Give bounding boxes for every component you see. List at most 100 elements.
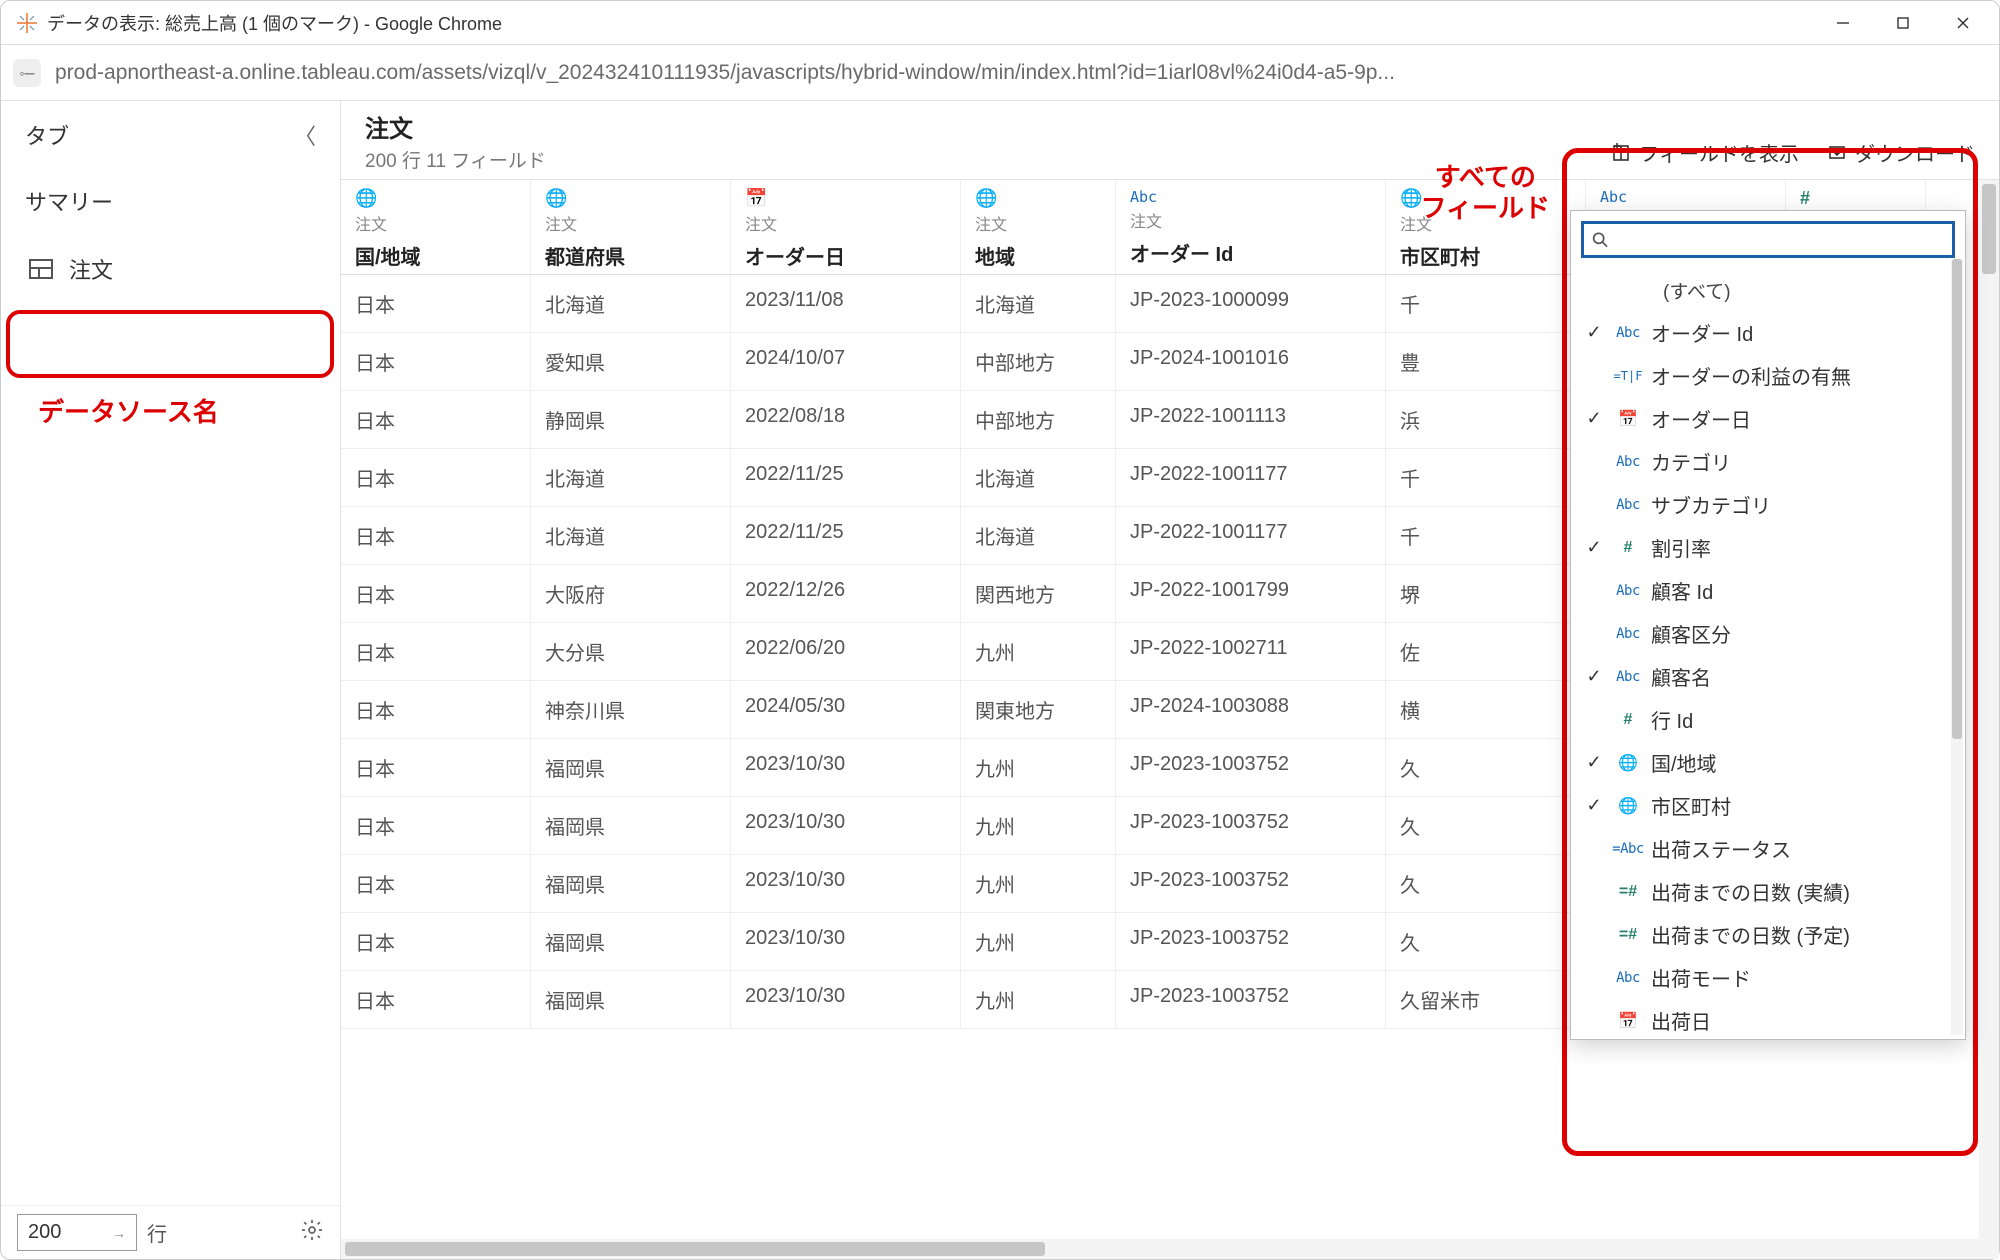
cell[interactable]: 静岡県 [531,391,731,449]
popup-scrollbar[interactable] [1951,259,1963,1035]
cell[interactable]: 中部地方 [961,391,1116,449]
cell[interactable]: 中部地方 [961,333,1116,391]
cell[interactable]: 2024/05/30 [731,681,961,739]
sidebar-item-datasource[interactable]: 注文 [11,239,330,299]
site-info-icon[interactable]: ◦─ [13,59,41,87]
cell[interactable]: 日本 [341,449,531,507]
cell[interactable]: 関東地方 [961,681,1116,739]
cell[interactable]: 2022/11/25 [731,507,961,565]
cell[interactable]: 福岡県 [531,797,731,855]
cell[interactable]: 浜 [1386,391,1586,449]
column-header-country[interactable]: 🌐注文国/地域 [341,180,531,275]
field-item[interactable]: =#出荷までの日数 (実績) [1571,870,1965,913]
cell[interactable]: 北海道 [531,275,731,333]
sidebar-item-summary[interactable]: サマリー [1,169,340,233]
field-item[interactable]: Abc顧客 Id [1571,569,1965,612]
cell[interactable]: 千 [1386,449,1586,507]
cell[interactable]: 日本 [341,855,531,913]
vscroll-thumb[interactable] [1982,184,1996,274]
cell[interactable]: 千 [1386,275,1586,333]
cell[interactable]: 日本 [341,391,531,449]
cell[interactable]: 九州 [961,739,1116,797]
column-header-pref[interactable]: 🌐注文都道府県 [531,180,731,275]
popup-scroll-thumb[interactable] [1952,259,1962,739]
cell[interactable]: 久 [1386,913,1586,971]
cell[interactable]: 豊 [1386,333,1586,391]
cell[interactable]: JP-2023-1003752 [1116,971,1386,1029]
cell[interactable]: 千 [1386,507,1586,565]
cell[interactable]: 北海道 [961,275,1116,333]
cell[interactable]: 神奈川県 [531,681,731,739]
cell[interactable]: 日本 [341,507,531,565]
settings-icon[interactable] [300,1218,324,1247]
cell[interactable]: 日本 [341,739,531,797]
cell[interactable]: 久 [1386,739,1586,797]
cell[interactable]: 北海道 [961,449,1116,507]
cell[interactable]: 九州 [961,623,1116,681]
field-item[interactable]: =#出荷までの日数 (予定) [1571,913,1965,956]
column-header-odate[interactable]: 📅注文オーダー日 [731,180,961,275]
cell[interactable]: JP-2023-1003752 [1116,913,1386,971]
collapse-sidebar-icon[interactable]: 〈 [294,119,316,151]
cell[interactable]: JP-2023-1003752 [1116,797,1386,855]
field-item[interactable]: #行 Id [1571,698,1965,741]
cell[interactable]: 久留米市 [1386,971,1586,1029]
cell[interactable]: 愛知県 [531,333,731,391]
cell[interactable]: 日本 [341,565,531,623]
column-header-region[interactable]: 🌐注文地域 [961,180,1116,275]
cell[interactable]: 日本 [341,623,531,681]
cell[interactable]: 北海道 [531,449,731,507]
field-item[interactable]: =T|Fオーダーの利益の有無 [1571,354,1965,397]
cell[interactable]: 2023/10/30 [731,855,961,913]
cell[interactable]: 久 [1386,797,1586,855]
cell[interactable]: JP-2022-1001799 [1116,565,1386,623]
maximize-button[interactable] [1873,3,1933,43]
cell[interactable]: 北海道 [531,507,731,565]
cell[interactable]: 日本 [341,913,531,971]
cell[interactable]: 九州 [961,855,1116,913]
field-item-all[interactable]: (すべて) [1571,270,1965,311]
column-header-oid[interactable]: Abc注文オーダー Id [1116,180,1386,275]
field-item[interactable]: ✓Abc顧客名 [1571,655,1965,698]
field-search-input[interactable] [1617,228,1944,251]
hscroll-thumb[interactable] [345,1242,1045,1256]
vertical-scrollbar[interactable] [1979,180,1999,1239]
cell[interactable]: 九州 [961,971,1116,1029]
cell[interactable]: JP-2023-1003752 [1116,739,1386,797]
cell[interactable]: JP-2024-1003088 [1116,681,1386,739]
close-button[interactable] [1933,3,1993,43]
field-item[interactable]: 📅出荷日 [1571,999,1965,1039]
cell[interactable]: 2023/10/30 [731,797,961,855]
cell[interactable]: 2023/11/08 [731,275,961,333]
field-item[interactable]: Abc出荷モード [1571,956,1965,999]
cell[interactable]: 2022/08/18 [731,391,961,449]
field-item[interactable]: ✓Abcオーダー Id [1571,311,1965,354]
cell[interactable]: 関西地方 [961,565,1116,623]
field-item[interactable]: ✓📅オーダー日 [1571,397,1965,440]
cell[interactable]: JP-2022-1001113 [1116,391,1386,449]
cell[interactable]: JP-2022-1002711 [1116,623,1386,681]
cell[interactable]: 2023/10/30 [731,913,961,971]
cell[interactable]: 堺 [1386,565,1586,623]
cell[interactable]: 福岡県 [531,971,731,1029]
cell[interactable]: 大阪府 [531,565,731,623]
download-button[interactable]: ダウンロード [1827,138,1975,167]
cell[interactable]: 2023/10/30 [731,971,961,1029]
cell[interactable]: 福岡県 [531,739,731,797]
cell[interactable]: 北海道 [961,507,1116,565]
cell[interactable]: 2023/10/30 [731,739,961,797]
field-item[interactable]: =Abc出荷ステータス [1571,827,1965,870]
cell[interactable]: 九州 [961,913,1116,971]
cell[interactable]: 横 [1386,681,1586,739]
cell[interactable]: JP-2023-1000099 [1116,275,1386,333]
field-item[interactable]: ✓🌐市区町村 [1571,784,1965,827]
cell[interactable]: 日本 [341,797,531,855]
minimize-button[interactable] [1813,3,1873,43]
horizontal-scrollbar[interactable] [341,1239,1999,1259]
cell[interactable]: 2024/10/07 [731,333,961,391]
field-list[interactable]: (すべて)✓Abcオーダー Id=T|Fオーダーの利益の有無✓📅オーダー日 Abc… [1571,268,1965,1039]
cell[interactable]: 九州 [961,797,1116,855]
field-item[interactable]: ✓🌐国/地域 [1571,741,1965,784]
cell[interactable]: JP-2023-1003752 [1116,855,1386,913]
field-search-box[interactable] [1581,221,1955,258]
